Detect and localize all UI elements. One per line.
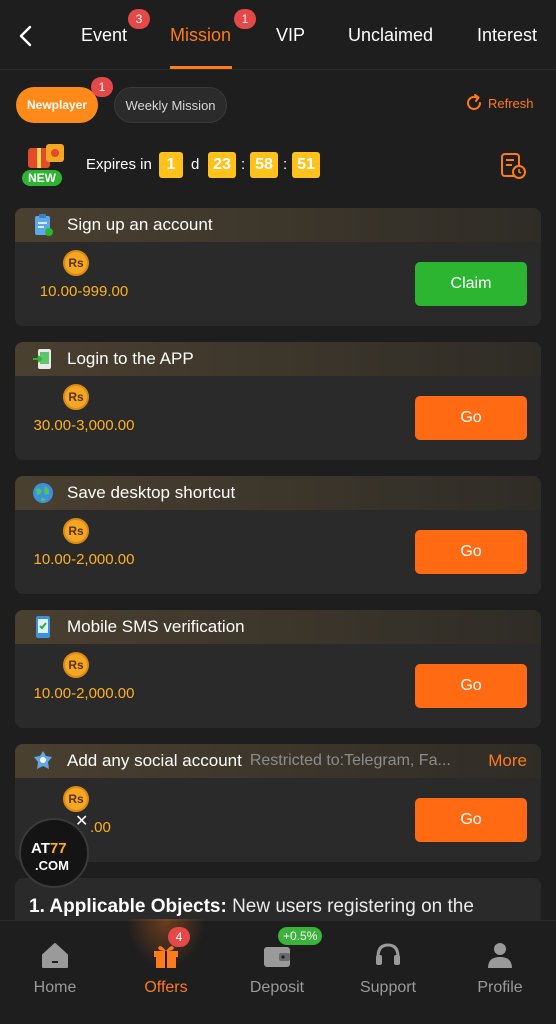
logo-brand-b: 77 [49, 840, 67, 857]
new-gift-icon: NEW [20, 140, 70, 192]
task-title: Add any social account [67, 751, 242, 770]
tab-mission-badge: 1 [234, 9, 256, 29]
task-title: Login to the APP [67, 349, 194, 368]
newplayer-pill[interactable]: Newplayer [16, 87, 98, 123]
rupee-coin-icon: Rs [63, 652, 89, 678]
clipboard-icon [35, 214, 53, 236]
rupee-coin-icon: Rs [63, 384, 89, 410]
timer-days: 1 [159, 152, 183, 178]
task-card-header: Add any social account Restricted to:Tel… [15, 744, 541, 778]
task-card-header: Mobile SMS verification [15, 610, 541, 644]
tab-interest[interactable]: Interest [477, 25, 537, 46]
task-card-header: Login to the APP [15, 342, 541, 376]
logo-brand-a: AT [31, 840, 50, 857]
nav-support[interactable]: Support [338, 921, 438, 1024]
task-card: Mobile SMS verification Rs 10.00-2,000.0… [15, 610, 541, 728]
tab-event[interactable]: Event [81, 25, 127, 46]
task-card: Add any social account Restricted to:Tel… [15, 744, 541, 862]
refresh-label: Refresh [488, 95, 534, 111]
go-button[interactable]: Go [415, 530, 527, 574]
task-reward-amount: 10.00-2,000.00 [33, 685, 135, 702]
weekly-mission-pill[interactable]: Weekly Mission [114, 87, 227, 123]
timer-sep: : [283, 156, 288, 173]
go-button[interactable]: Go [415, 798, 527, 842]
tab-vip[interactable]: VIP [276, 25, 305, 46]
logo-domain: .COM [35, 858, 69, 873]
nav-support-label: Support [359, 979, 417, 996]
go-button[interactable]: Go [415, 664, 527, 708]
timer-hours: 23 [208, 152, 236, 178]
timer-sep: : [241, 156, 246, 173]
rupee-coin-icon: Rs [63, 518, 89, 544]
task-card: Sign up an account Rs 10.00-999.00 Claim [15, 208, 541, 326]
task-card: Login to the APP Rs 30.00-3,000.00 Go [15, 342, 541, 460]
back-arrow-icon[interactable] [14, 22, 38, 50]
rules-text: New users registering on the [226, 896, 474, 917]
home-icon [42, 943, 68, 968]
tab-event-badge: 3 [128, 9, 150, 29]
timer-day-unit: d [191, 156, 200, 173]
task-card-header: Save desktop shortcut [15, 476, 541, 510]
task-reward-amount: .00 [90, 819, 111, 836]
task-title: Save desktop shortcut [67, 483, 236, 502]
task-card-header: Sign up an account [15, 208, 541, 242]
task-title: Mobile SMS verification [67, 617, 245, 636]
task-card: Save desktop shortcut Rs 10.00-2,000.00 … [15, 476, 541, 594]
logo-text: AT77 [31, 840, 67, 857]
task-reward-amount: 10.00-2,000.00 [33, 551, 135, 568]
refresh-icon [467, 94, 481, 110]
refresh-button[interactable]: Refresh [464, 93, 534, 113]
tab-unclaimed[interactable]: Unclaimed [348, 25, 433, 46]
deposit-bonus-badge: +0.5% [278, 927, 323, 945]
tab-mission[interactable]: Mission [170, 25, 231, 46]
task-reward-amount: 10.00-999.00 [39, 283, 129, 300]
task-title: Sign up an account [67, 215, 213, 234]
globe-icon [33, 483, 53, 503]
go-button[interactable]: Go [415, 396, 527, 440]
timer-minutes: 58 [250, 152, 278, 178]
nav-deposit-label: Deposit [249, 979, 305, 996]
social-bird-icon [34, 751, 52, 769]
nav-offers[interactable]: Offers [116, 919, 216, 1024]
nav-home[interactable]: Home [5, 921, 105, 1024]
rupee-coin-icon: Rs [63, 786, 89, 812]
record-clock-icon[interactable] [500, 152, 526, 180]
task-restriction: Restricted to:Telegram, Fa... [249, 752, 451, 769]
offers-badge: 4 [168, 927, 190, 947]
headset-icon [376, 943, 400, 965]
new-tag-text: NEW [28, 171, 57, 185]
claim-button[interactable]: Claim [415, 262, 527, 306]
nav-offers-label: Offers [144, 979, 188, 996]
mobile-sms-icon [36, 616, 50, 638]
rupee-coin-icon: Rs [63, 250, 89, 276]
phone-login-icon [33, 349, 51, 369]
nav-home-label: Home [33, 979, 77, 996]
timer-seconds: 51 [292, 152, 320, 178]
nav-profile[interactable]: Profile [450, 921, 550, 1024]
profile-icon [488, 943, 512, 968]
nav-profile-label: Profile [477, 979, 523, 996]
expires-label: Expires in [86, 156, 152, 173]
top-nav: Event 3 Mission 1 VIP Unclaimed Interest [0, 0, 556, 70]
newplayer-badge: 1 [91, 77, 113, 97]
task-reward-amount: 30.00-3,000.00 [33, 417, 135, 434]
active-tab-indicator [170, 66, 232, 69]
close-icon[interactable]: ✕ [75, 814, 91, 830]
more-link[interactable]: More [488, 751, 527, 771]
rules-heading: 1. Applicable Objects: [29, 896, 227, 917]
